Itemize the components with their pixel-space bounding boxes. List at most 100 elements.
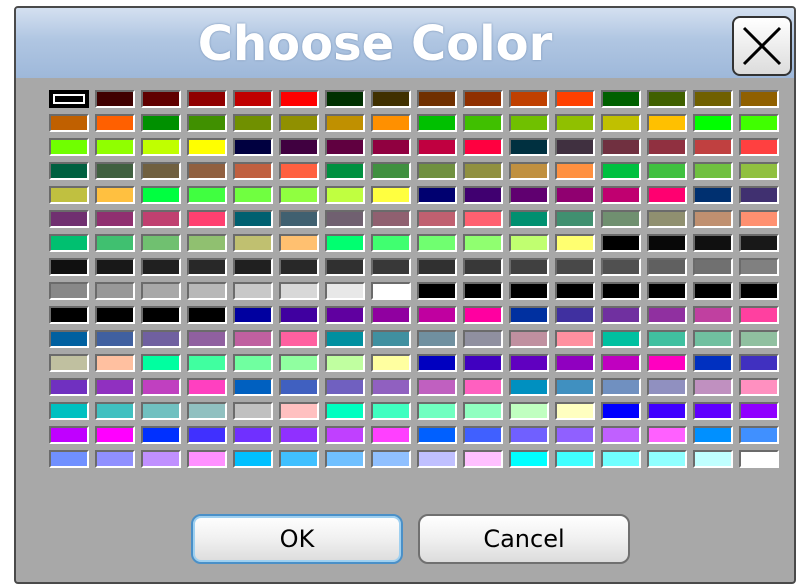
close-button[interactable] <box>732 16 792 76</box>
color-swatch[interactable] <box>509 426 549 444</box>
color-swatch[interactable] <box>371 258 411 276</box>
color-swatch[interactable] <box>49 186 89 204</box>
color-swatch[interactable] <box>187 90 227 108</box>
color-swatch[interactable] <box>279 306 319 324</box>
color-swatch[interactable] <box>693 282 733 300</box>
color-swatch[interactable] <box>187 186 227 204</box>
color-swatch[interactable] <box>141 138 181 156</box>
color-swatch[interactable] <box>647 282 687 300</box>
color-swatch[interactable] <box>693 354 733 372</box>
color-swatch[interactable] <box>601 258 641 276</box>
color-swatch[interactable] <box>601 378 641 396</box>
color-swatch[interactable] <box>279 402 319 420</box>
color-swatch[interactable] <box>187 258 227 276</box>
color-swatch[interactable] <box>693 402 733 420</box>
color-swatch[interactable] <box>187 282 227 300</box>
color-swatch[interactable] <box>647 258 687 276</box>
color-swatch[interactable] <box>647 354 687 372</box>
color-swatch[interactable] <box>647 330 687 348</box>
color-swatch[interactable] <box>509 450 549 468</box>
color-swatch[interactable] <box>463 450 503 468</box>
color-swatch[interactable] <box>95 258 135 276</box>
color-swatch[interactable] <box>509 282 549 300</box>
color-swatch[interactable] <box>233 162 273 180</box>
color-swatch[interactable] <box>555 234 595 252</box>
color-swatch[interactable] <box>279 354 319 372</box>
color-swatch[interactable] <box>739 210 779 228</box>
color-swatch[interactable] <box>279 90 319 108</box>
color-swatch[interactable] <box>49 162 89 180</box>
color-swatch[interactable] <box>141 282 181 300</box>
cancel-button[interactable]: Cancel <box>418 514 630 564</box>
color-swatch[interactable] <box>601 138 641 156</box>
color-swatch[interactable] <box>233 114 273 132</box>
color-swatch[interactable] <box>325 258 365 276</box>
color-swatch[interactable] <box>647 426 687 444</box>
color-swatch[interactable] <box>739 330 779 348</box>
color-swatch[interactable] <box>555 330 595 348</box>
color-swatch[interactable] <box>509 138 549 156</box>
color-swatch[interactable] <box>509 186 549 204</box>
color-swatch[interactable] <box>417 138 457 156</box>
color-swatch[interactable] <box>95 234 135 252</box>
color-swatch[interactable] <box>141 378 181 396</box>
color-swatch[interactable] <box>739 258 779 276</box>
color-swatch[interactable] <box>371 234 411 252</box>
color-swatch[interactable] <box>647 402 687 420</box>
color-swatch[interactable] <box>325 138 365 156</box>
color-swatch[interactable] <box>601 234 641 252</box>
color-swatch[interactable] <box>739 378 779 396</box>
color-swatch[interactable] <box>279 330 319 348</box>
color-swatch[interactable] <box>693 258 733 276</box>
color-swatch[interactable] <box>739 90 779 108</box>
color-swatch[interactable] <box>693 330 733 348</box>
color-swatch[interactable] <box>555 378 595 396</box>
color-swatch[interactable] <box>555 210 595 228</box>
color-swatch[interactable] <box>49 210 89 228</box>
color-swatch[interactable] <box>187 330 227 348</box>
color-swatch[interactable] <box>417 258 457 276</box>
color-swatch[interactable] <box>95 354 135 372</box>
color-swatch[interactable] <box>141 186 181 204</box>
color-swatch[interactable] <box>509 210 549 228</box>
color-swatch[interactable] <box>463 378 503 396</box>
color-swatch[interactable] <box>279 450 319 468</box>
color-swatch[interactable] <box>463 186 503 204</box>
color-swatch[interactable] <box>463 330 503 348</box>
color-swatch[interactable] <box>417 378 457 396</box>
color-swatch[interactable] <box>49 426 89 444</box>
color-swatch[interactable] <box>325 90 365 108</box>
color-swatch[interactable] <box>417 402 457 420</box>
color-swatch[interactable] <box>555 282 595 300</box>
color-swatch[interactable] <box>509 306 549 324</box>
color-swatch[interactable] <box>187 210 227 228</box>
color-swatch[interactable] <box>141 354 181 372</box>
color-swatch[interactable] <box>509 378 549 396</box>
color-swatch[interactable] <box>739 306 779 324</box>
color-swatch[interactable] <box>325 450 365 468</box>
color-swatch[interactable] <box>233 186 273 204</box>
color-swatch[interactable] <box>463 354 503 372</box>
color-swatch[interactable] <box>233 282 273 300</box>
color-swatch[interactable] <box>49 450 89 468</box>
color-swatch[interactable] <box>417 210 457 228</box>
color-swatch[interactable] <box>417 426 457 444</box>
color-swatch[interactable] <box>49 378 89 396</box>
color-swatch[interactable] <box>417 114 457 132</box>
color-swatch[interactable] <box>463 234 503 252</box>
color-swatch[interactable] <box>601 210 641 228</box>
color-swatch[interactable] <box>647 162 687 180</box>
color-swatch[interactable] <box>509 354 549 372</box>
color-swatch[interactable] <box>233 258 273 276</box>
color-swatch[interactable] <box>601 330 641 348</box>
color-swatch[interactable] <box>371 162 411 180</box>
color-swatch[interactable] <box>141 162 181 180</box>
color-swatch[interactable] <box>555 402 595 420</box>
color-swatch[interactable] <box>49 282 89 300</box>
color-swatch[interactable] <box>647 378 687 396</box>
color-swatch[interactable] <box>187 234 227 252</box>
color-swatch[interactable] <box>417 186 457 204</box>
color-swatch[interactable] <box>417 234 457 252</box>
color-swatch[interactable] <box>647 306 687 324</box>
color-swatch[interactable] <box>371 426 411 444</box>
